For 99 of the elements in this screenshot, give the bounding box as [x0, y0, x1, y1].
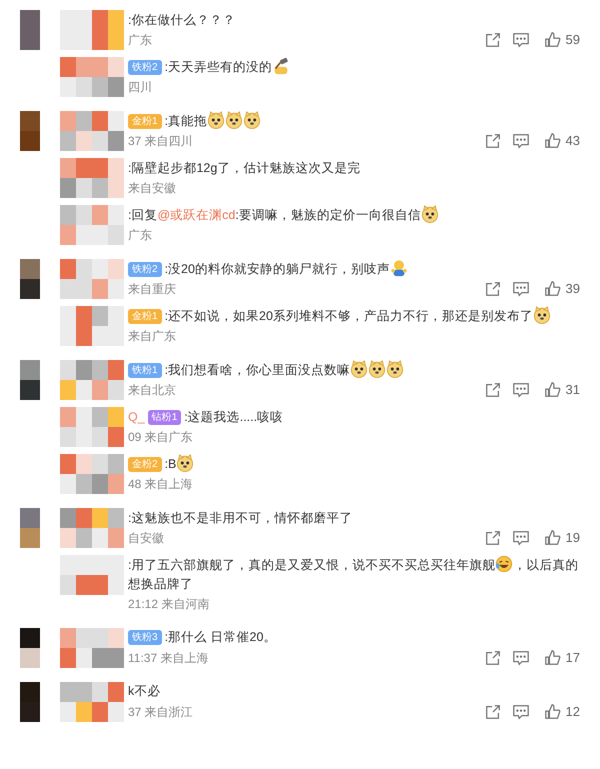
name-mosaic	[60, 306, 124, 346]
name-mosaic	[60, 205, 124, 245]
comment-meta: 来自安徽	[128, 180, 176, 197]
comment-text: :这题我选.....咳咳	[184, 408, 284, 426]
fan-badge: 金粉1	[128, 308, 162, 324]
dog-face-icon	[532, 306, 551, 324]
avatar-placeholder	[20, 682, 40, 722]
like-icon[interactable]	[544, 702, 562, 720]
comment-text: :B	[164, 454, 194, 474]
dog-face-icon	[176, 454, 194, 472]
name-mosaic	[60, 555, 124, 595]
name-mosaic	[60, 407, 124, 447]
avatar-placeholder	[20, 628, 40, 668]
fan-badge: 铁粉2	[128, 60, 162, 74]
fan-badge: 铁粉1	[128, 362, 162, 378]
comment-meta: 来自北京	[128, 382, 176, 399]
avatar-placeholder	[20, 10, 40, 50]
name-mosaic	[60, 158, 124, 198]
dog-face-icon	[207, 111, 226, 130]
comment-text: :这魅族也不是非用不可，情怀都磨平了	[128, 510, 352, 527]
dog-face-icon	[420, 205, 439, 224]
name-mosaic	[60, 10, 124, 50]
share-icon[interactable]	[484, 132, 502, 150]
comment-text: :还不如说，如果20系列堆料不够，产品力不行，那还是别发布了	[164, 306, 551, 326]
like-icon[interactable]	[544, 648, 562, 666]
fan-badge: 金粉1	[128, 114, 162, 128]
comment-text: k不必	[128, 683, 160, 700]
dog-face-icon	[350, 360, 368, 378]
dog-face-icon	[225, 111, 244, 130]
comment-icon[interactable]	[512, 31, 530, 49]
comment-meta: 37 来自四川	[128, 133, 193, 150]
mention-link[interactable]: @或跃在渊cd	[157, 208, 236, 222]
name-mosaic	[60, 259, 124, 299]
comment-text: :回复@或跃在渊cd:要调嘛，魅族的定价一向很自信	[128, 205, 439, 225]
like-count: 31	[566, 381, 580, 400]
like-count: 12	[566, 702, 580, 721]
share-icon[interactable]	[484, 381, 502, 399]
comment-meta: 来自重庆	[128, 281, 176, 298]
user-name[interactable]: Q_	[128, 408, 145, 426]
dog-face-icon	[368, 360, 386, 378]
name-mosaic	[60, 628, 124, 668]
comment-icon[interactable]	[512, 648, 530, 666]
share-icon[interactable]	[484, 702, 502, 720]
name-mosaic	[60, 454, 124, 494]
comment-meta: 11:37 来自上海	[128, 650, 208, 666]
comment-meta: 21:12 来自河南	[128, 596, 210, 612]
comment-icon[interactable]	[512, 381, 530, 399]
like-count: 19	[566, 529, 580, 548]
like-icon[interactable]	[544, 381, 562, 399]
comment-meta: 广东	[128, 32, 152, 49]
fan-badge: 钻粉1	[148, 410, 182, 424]
like-icon[interactable]	[544, 280, 562, 298]
like-icon[interactable]	[544, 31, 562, 49]
like-icon[interactable]	[544, 529, 562, 547]
comment-meta: 09 来自广东	[128, 429, 193, 446]
comment-meta: 自安徽	[128, 530, 164, 547]
name-mosaic	[60, 57, 124, 97]
fan-badge: 铁粉3	[128, 630, 162, 645]
share-icon[interactable]	[484, 648, 502, 666]
comment-text: :没20的料你就安静的躺尸就行，别吱声	[164, 259, 408, 279]
share-icon[interactable]	[484, 280, 502, 298]
share-icon[interactable]	[484, 529, 502, 547]
like-icon[interactable]	[544, 132, 562, 150]
comment-meta: 37 来自浙江	[128, 704, 193, 720]
comment-meta: 来自广东	[128, 328, 176, 345]
comment-icon[interactable]	[512, 529, 530, 547]
hammer-icon	[272, 57, 290, 76]
comment-icon[interactable]	[512, 132, 530, 150]
name-mosaic	[60, 508, 124, 548]
comment-text: :用了五六部旗舰了，真的是又爱又恨，说不买不买总买往年旗舰 ，以后真的想换品牌了	[128, 555, 580, 594]
like-count: 39	[566, 280, 580, 298]
dog-face-icon	[243, 111, 262, 130]
comment-icon[interactable]	[512, 280, 530, 298]
avatar-placeholder	[20, 508, 40, 548]
comment-text: :我们想看啥，你心里面没点数嘛	[164, 360, 404, 380]
avatar-placeholder	[20, 259, 40, 299]
comment-text: :天天弄些有的没的	[164, 57, 290, 77]
avatar-placeholder	[20, 360, 40, 400]
dog-face-icon	[386, 360, 404, 378]
fan-badge: 铁粉2	[128, 262, 162, 276]
comment-text: :隔壁起步都12g了，估计魅族这次又是完	[128, 160, 360, 177]
name-mosaic	[60, 360, 124, 400]
hugging-figure-icon	[390, 259, 408, 278]
name-mosaic	[60, 682, 124, 722]
like-count: 43	[566, 132, 580, 150]
comment-meta: 四川	[128, 79, 152, 96]
comment-meta: 广东	[128, 227, 152, 244]
share-icon[interactable]	[484, 31, 502, 49]
like-count: 59	[566, 31, 580, 50]
avatar-placeholder	[20, 111, 40, 151]
comment-text: :你在做什么？？？	[128, 12, 236, 29]
comment-icon[interactable]	[512, 702, 530, 720]
laughing-face-icon	[495, 555, 514, 573]
like-count: 17	[566, 648, 580, 667]
comment-text: :那什么 日常催20。	[164, 629, 276, 646]
comment-meta: 48 来自上海	[128, 476, 193, 493]
name-mosaic	[60, 111, 124, 151]
comment-text: :真能拖	[164, 111, 262, 131]
fan-badge: 金粉2	[128, 456, 162, 472]
